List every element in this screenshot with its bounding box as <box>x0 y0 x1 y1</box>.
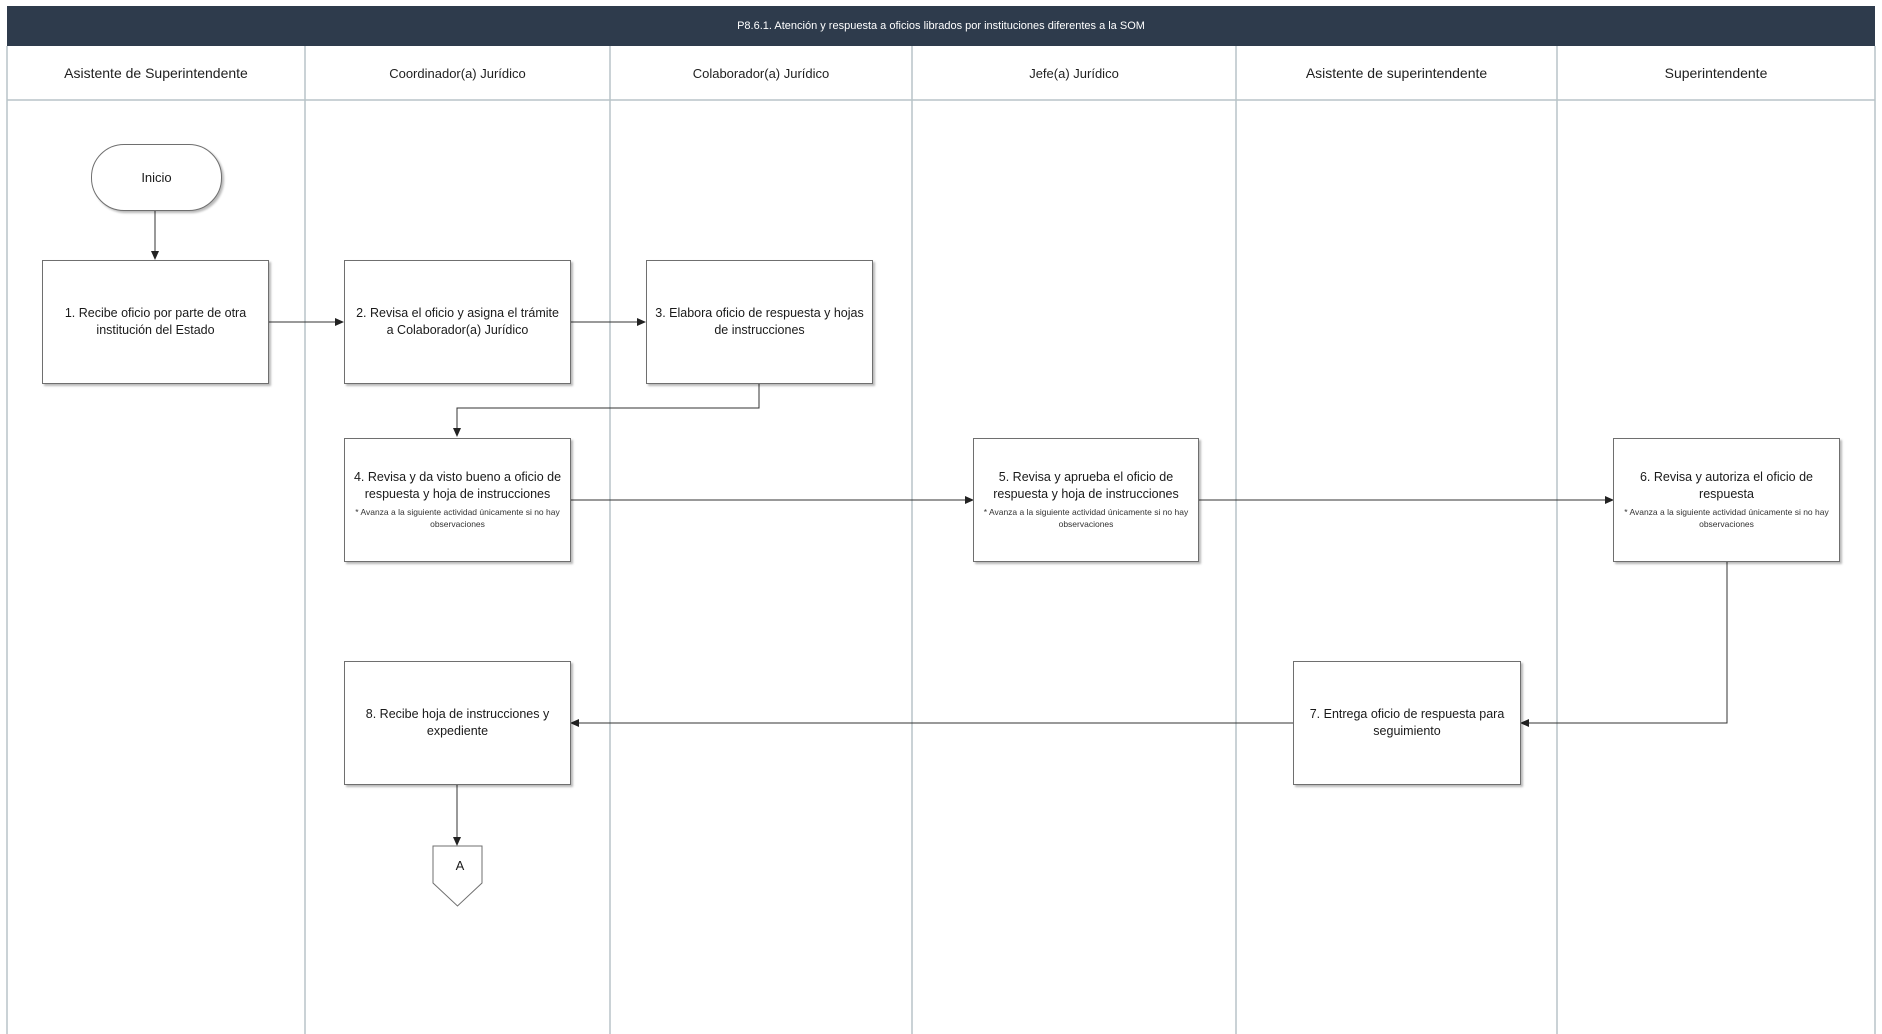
offpage-connector-shape <box>432 845 483 907</box>
step-5-text: 5. Revisa y aprueba el oficio de respues… <box>993 470 1179 502</box>
step-1-text: 1. Recibe oficio por parte de otra insti… <box>64 306 247 337</box>
arrow-3-to-4 <box>453 384 760 437</box>
step-8-text: 8. Recibe hoja de instrucciones y expedi… <box>365 707 550 738</box>
step-3-text: 3. Elabora oficio de respuesta y hojas d… <box>655 306 864 337</box>
start-terminal: Inicio <box>91 144 222 211</box>
step-5-note: * Avanza a la siguiente actividad únicam… <box>983 507 1189 530</box>
step-4-note: * Avanza a la siguiente actividad únicam… <box>355 507 560 530</box>
step-6-note: * Avanza a la siguiente actividad únicam… <box>1624 507 1829 530</box>
step-2-text: 2. Revisa el oficio y asigna el trámite … <box>356 306 559 337</box>
step-4-box: 4. Revisa y da visto bueno a oficio de r… <box>344 438 571 562</box>
step-7-box: 7. Entrega oficio de respuesta para segu… <box>1293 661 1521 785</box>
step-3-box: 3. Elabora oficio de respuesta y hojas d… <box>646 260 873 384</box>
arrow-6-to-7 <box>1520 562 1728 727</box>
start-label: Inicio <box>141 170 172 185</box>
step-1-box: 1. Recibe oficio por parte de otra insti… <box>42 260 269 384</box>
swimlane-diagram: P8.6.1. Atención y respuesta a oficios l… <box>0 0 1882 1034</box>
step-6-text: 6. Revisa y autoriza el oficio de respue… <box>1639 470 1813 502</box>
flow-arrows <box>151 209 1728 907</box>
step-5-box: 5. Revisa y aprueba el oficio de respues… <box>973 438 1199 562</box>
step-4-text: 4. Revisa y da visto bueno a oficio de r… <box>353 470 562 502</box>
step-8-box: 8. Recibe hoja de instrucciones y expedi… <box>344 661 571 785</box>
step-2-box: 2. Revisa el oficio y asigna el trámite … <box>344 260 571 384</box>
offpage-connector-label: A <box>455 858 465 873</box>
step-6-box: 6. Revisa y autoriza el oficio de respue… <box>1613 438 1840 562</box>
step-7-text: 7. Entrega oficio de respuesta para segu… <box>1309 707 1505 738</box>
